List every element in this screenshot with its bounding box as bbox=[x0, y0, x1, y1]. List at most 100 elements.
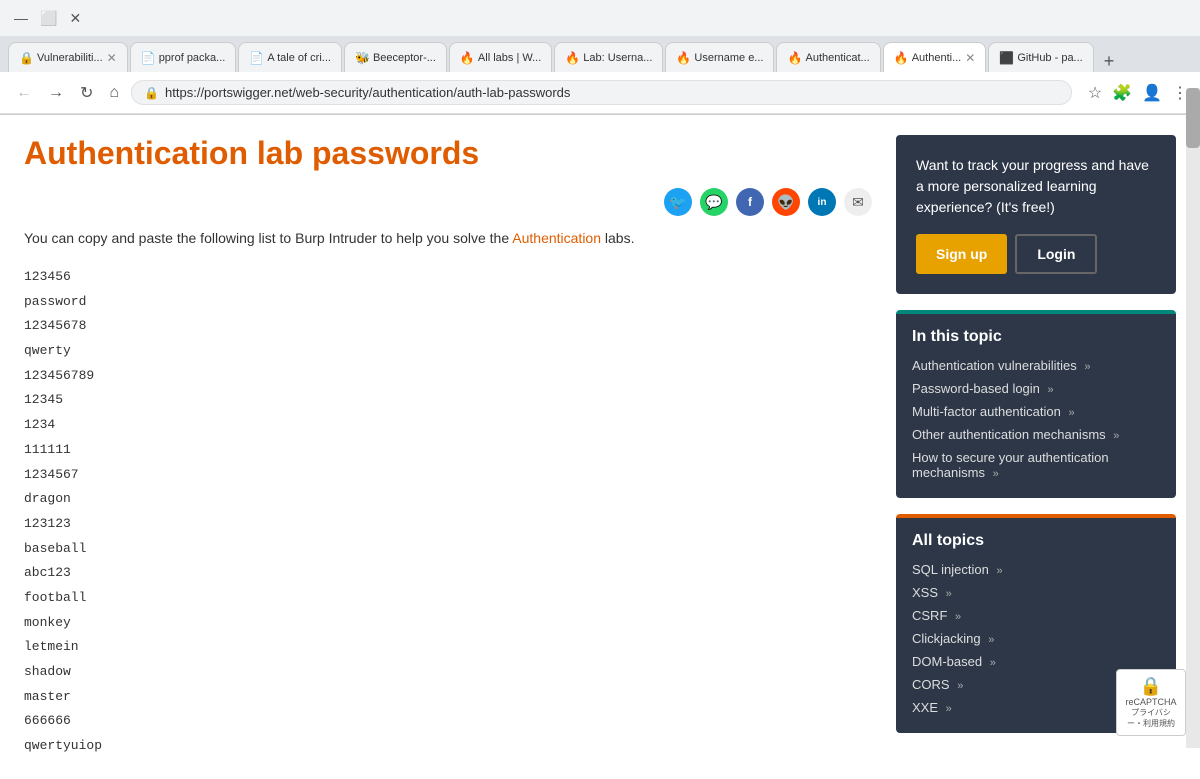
title-bar: — ⬜ ✕ bbox=[0, 0, 1200, 36]
topic-label: SQL injection bbox=[912, 562, 989, 577]
share-facebook[interactable]: f bbox=[736, 188, 764, 216]
list-item: 123123 bbox=[24, 512, 872, 537]
tab-tale[interactable]: 📄 A tale of cri... bbox=[238, 42, 342, 72]
profile-icon[interactable]: 👤 bbox=[1142, 83, 1162, 103]
list-item: 123456789 bbox=[24, 364, 872, 389]
bookmarks-icon[interactable]: ☆ bbox=[1088, 83, 1102, 103]
scroll-thumb[interactable] bbox=[1186, 88, 1200, 148]
toolbar-icons: ☆ 🧩 👤 ⋮ bbox=[1088, 83, 1188, 103]
chevron-icon: » bbox=[990, 657, 996, 669]
topic-item-sql[interactable]: SQL injection » bbox=[912, 558, 1160, 581]
password-list: 123456 password 12345678 qwerty 12345678… bbox=[24, 265, 872, 759]
list-item: master bbox=[24, 685, 872, 710]
close-button[interactable]: ✕ bbox=[63, 8, 87, 29]
topic-item-mfa[interactable]: Multi-factor authentication » bbox=[912, 400, 1160, 423]
intro-paragraph: You can copy and paste the following lis… bbox=[24, 228, 872, 249]
tab-label: GitHub - pa... bbox=[1017, 52, 1082, 64]
login-button[interactable]: Login bbox=[1015, 234, 1097, 274]
topic-list: Authentication vulnerabilities » Passwor… bbox=[896, 354, 1176, 498]
tab-labusername[interactable]: 🔥 Lab: Userna... bbox=[554, 42, 663, 72]
topic-item-secure-auth[interactable]: How to secure your authentication mechan… bbox=[912, 446, 1160, 484]
list-item: qwerty bbox=[24, 339, 872, 364]
list-item: 12345 bbox=[24, 388, 872, 413]
list-item: abc123 bbox=[24, 561, 872, 586]
recaptcha-text: reCAPTCHA bbox=[1125, 697, 1177, 707]
tab-github[interactable]: ⬛ GitHub - pa... bbox=[988, 42, 1093, 72]
share-email[interactable]: ✉ bbox=[844, 188, 872, 216]
topic-item-label: Other authentication mechanisms bbox=[912, 427, 1106, 442]
extensions-icon[interactable]: 🧩 bbox=[1112, 83, 1132, 103]
tab-favicon: ⬛ bbox=[999, 51, 1013, 65]
chevron-icon: » bbox=[946, 588, 952, 600]
url-text: https://portswigger.net/web-security/aut… bbox=[165, 85, 1059, 100]
tab-favicon: 🔥 bbox=[894, 51, 908, 65]
new-tab-button[interactable]: + bbox=[1096, 51, 1123, 72]
sidebar: Want to track your progress and have a m… bbox=[896, 135, 1176, 759]
chevron-icon: » bbox=[988, 634, 994, 646]
reload-button[interactable]: ↻ bbox=[76, 81, 97, 105]
tab-label: A tale of cri... bbox=[267, 52, 331, 64]
tab-favicon: 📄 bbox=[249, 51, 263, 65]
topic-label: Clickjacking bbox=[912, 631, 981, 646]
url-bar[interactable]: 🔒 https://portswigger.net/web-security/a… bbox=[131, 80, 1072, 105]
tab-label: Lab: Userna... bbox=[583, 52, 652, 64]
tab-favicon: 🐝 bbox=[355, 51, 369, 65]
minimize-button[interactable]: — bbox=[8, 8, 34, 28]
topic-item-csrf[interactable]: CSRF » bbox=[912, 604, 1160, 627]
all-topics-header: All topics bbox=[896, 518, 1176, 558]
chevron-icon: » bbox=[1068, 407, 1074, 419]
topic-label: XSS bbox=[912, 585, 938, 600]
signup-button[interactable]: Sign up bbox=[916, 234, 1007, 274]
share-icons: 🐦 💬 f 👽 in ✉ bbox=[24, 188, 872, 216]
topic-item-xss[interactable]: XSS » bbox=[912, 581, 1160, 604]
sidebar-topic-box: In this topic Authentication vulnerabili… bbox=[896, 310, 1176, 498]
home-button[interactable]: ⌂ bbox=[105, 82, 123, 104]
tab-close-active-icon[interactable]: ✕ bbox=[965, 51, 975, 65]
tab-authentication[interactable]: 🔥 Authenticat... bbox=[776, 42, 880, 72]
intro-text-after: labs. bbox=[605, 230, 635, 246]
tab-authenti-active[interactable]: 🔥 Authenti... ✕ bbox=[883, 42, 987, 72]
topic-header: In this topic bbox=[896, 314, 1176, 354]
topic-item-clickjacking[interactable]: Clickjacking » bbox=[912, 627, 1160, 650]
list-item: shadow bbox=[24, 660, 872, 685]
share-reddit[interactable]: 👽 bbox=[772, 188, 800, 216]
tab-username[interactable]: 🔥 Username e... bbox=[665, 42, 774, 72]
scrollbar[interactable] bbox=[1186, 88, 1200, 748]
list-item: qwertyuiop bbox=[24, 734, 872, 759]
topic-item-label: Password-based login bbox=[912, 381, 1040, 396]
topic-label: CSRF bbox=[912, 608, 947, 623]
list-item: 1234567 bbox=[24, 463, 872, 488]
tab-label: pprof packa... bbox=[159, 52, 226, 64]
authentication-link[interactable]: Authentication bbox=[512, 230, 601, 246]
tab-alllabs[interactable]: 🔥 All labs | W... bbox=[449, 42, 552, 72]
topic-label: CORS bbox=[912, 677, 950, 692]
list-item: 666666 bbox=[24, 709, 872, 734]
topic-item-other-auth[interactable]: Other authentication mechanisms » bbox=[912, 423, 1160, 446]
maximize-button[interactable]: ⬜ bbox=[34, 8, 63, 29]
browser-chrome: — ⬜ ✕ 🔒 Vulnerabiliti... ✕ 📄 pprof packa… bbox=[0, 0, 1200, 115]
tab-favicon: 🔥 bbox=[787, 51, 801, 65]
tab-close-icon[interactable]: ✕ bbox=[107, 51, 117, 65]
tab-favicon: 🔥 bbox=[565, 51, 579, 65]
topic-item-password-login[interactable]: Password-based login » bbox=[912, 377, 1160, 400]
back-button[interactable]: ← bbox=[12, 82, 36, 104]
tab-favicon: 🔥 bbox=[676, 51, 690, 65]
address-bar: ← → ↻ ⌂ 🔒 https://portswigger.net/web-se… bbox=[0, 72, 1200, 114]
tab-pprof[interactable]: 📄 pprof packa... bbox=[130, 42, 237, 72]
list-item: monkey bbox=[24, 611, 872, 636]
share-twitter[interactable]: 🐦 bbox=[664, 188, 692, 216]
list-item: football bbox=[24, 586, 872, 611]
forward-button[interactable]: → bbox=[44, 82, 68, 104]
share-linkedin[interactable]: in bbox=[808, 188, 836, 216]
tab-beeceptor[interactable]: 🐝 Beeceptor-... bbox=[344, 42, 447, 72]
recaptcha-logo: 🔒 bbox=[1125, 676, 1177, 697]
sidebar-progress-box: Want to track your progress and have a m… bbox=[896, 135, 1176, 294]
auth-buttons: Sign up Login bbox=[916, 234, 1156, 274]
share-whatsapp[interactable]: 💬 bbox=[700, 188, 728, 216]
chevron-icon: » bbox=[957, 680, 963, 692]
tab-label: All labs | W... bbox=[478, 52, 541, 64]
topic-item-label: Multi-factor authentication bbox=[912, 404, 1061, 419]
topic-item-auth-vuln[interactable]: Authentication vulnerabilities » bbox=[912, 354, 1160, 377]
tab-vulnerabilities[interactable]: 🔒 Vulnerabiliti... ✕ bbox=[8, 42, 128, 72]
tab-label: Authenti... bbox=[912, 52, 962, 64]
